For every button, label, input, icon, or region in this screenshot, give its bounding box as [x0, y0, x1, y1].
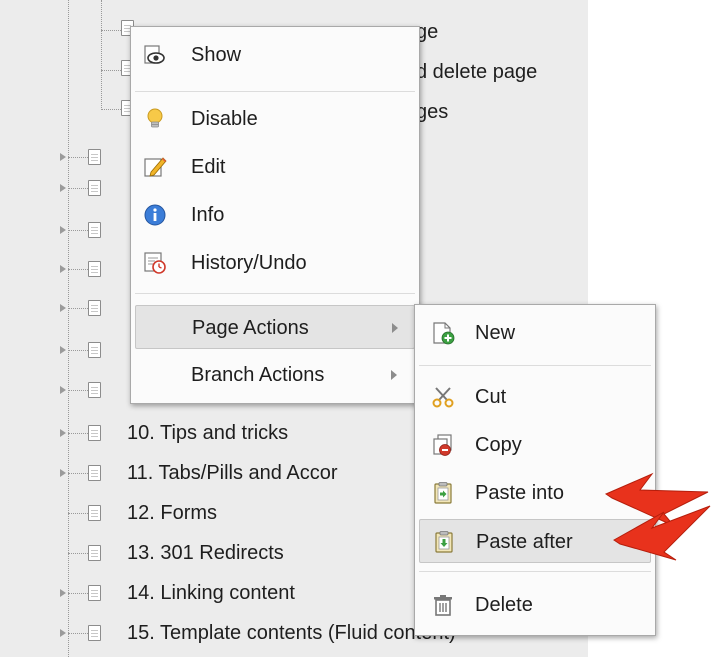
expand-arrow-icon[interactable] — [60, 304, 66, 312]
trash-icon — [434, 595, 452, 616]
expand-arrow-icon[interactable] — [60, 589, 66, 597]
menu-item-label: Edit — [191, 156, 226, 178]
menu-item-copy[interactable]: Copy — [415, 423, 655, 467]
page-icon — [88, 382, 101, 398]
page-icon — [88, 425, 101, 441]
menu-item-label: Page Actions — [192, 317, 309, 339]
tree-line — [101, 70, 123, 71]
page-icon — [88, 545, 101, 561]
expand-arrow-icon[interactable] — [60, 629, 66, 637]
submenu-arrow-icon — [392, 323, 398, 333]
menu-item-label: Paste after — [476, 531, 573, 553]
menu-item-history[interactable]: History/Undo — [131, 241, 419, 285]
menu-item-delete[interactable]: Delete — [415, 583, 655, 627]
tree-line — [68, 308, 88, 309]
menu-item-label: Branch Actions — [191, 364, 325, 386]
tree-line — [101, 0, 102, 110]
menu-separator — [135, 293, 415, 294]
menu-item-new[interactable]: New — [415, 311, 655, 355]
menu-item-paste-into[interactable]: Paste into — [415, 471, 655, 515]
page-icon — [88, 505, 101, 521]
menu-item-show[interactable]: Show — [131, 33, 419, 77]
page-icon — [88, 625, 101, 641]
tree-item-label[interactable]: 11. Tabs/Pills and Accor — [127, 461, 338, 485]
expand-arrow-icon[interactable] — [60, 265, 66, 273]
menu-item-page-actions[interactable]: Page Actions — [135, 305, 415, 349]
tree-line — [101, 30, 123, 31]
tree-item-label[interactable]: 13. 301 Redirects — [127, 541, 284, 565]
menu-item-disable[interactable]: Disable — [131, 97, 419, 141]
tree-line — [68, 633, 88, 634]
page-icon — [88, 261, 101, 277]
menu-item-label: Show — [191, 44, 242, 66]
tree-line — [68, 230, 88, 231]
page-icon — [88, 465, 101, 481]
page-icon — [88, 222, 101, 238]
new-page-icon — [433, 322, 455, 345]
expand-arrow-icon[interactable] — [60, 469, 66, 477]
menu-item-edit[interactable]: Edit — [131, 145, 419, 189]
expand-arrow-icon[interactable] — [60, 153, 66, 161]
eye-icon — [144, 45, 165, 64]
menu-item-label: History/Undo — [191, 252, 307, 274]
menu-item-label: Paste into — [475, 482, 564, 504]
tree-item-label[interactable]: ges — [416, 100, 448, 124]
menu-item-label: Copy — [475, 434, 522, 456]
menu-item-paste-after[interactable]: Paste after — [419, 519, 651, 563]
menu-separator — [419, 365, 651, 366]
tree-line — [68, 157, 88, 158]
expand-arrow-icon[interactable] — [60, 184, 66, 192]
paste-into-icon — [434, 482, 452, 504]
tree-line — [101, 109, 123, 110]
tree-line — [68, 433, 88, 434]
edit-pencil-icon — [144, 157, 167, 177]
tree-line — [68, 350, 88, 351]
menu-item-label: Delete — [475, 594, 533, 616]
tree-item-label[interactable]: 10. Tips and tricks — [127, 421, 288, 445]
menu-item-cut[interactable]: Cut — [415, 375, 655, 419]
tree-line — [68, 188, 88, 189]
menu-item-info[interactable]: Info — [131, 193, 419, 237]
copy-icon — [433, 434, 452, 456]
tree-item-label[interactable]: d delete page — [416, 60, 537, 84]
context-menu: Show Disable Edit Info History/Undo Page… — [130, 26, 420, 404]
lightbulb-icon — [147, 108, 163, 128]
tree-item-label[interactable]: 12. Forms — [127, 501, 217, 525]
paste-after-icon — [435, 531, 453, 553]
tree-line — [68, 513, 88, 514]
menu-separator — [135, 91, 415, 92]
expand-arrow-icon[interactable] — [60, 226, 66, 234]
page-icon — [88, 585, 101, 601]
scissors-icon — [432, 387, 454, 408]
menu-item-label: New — [475, 322, 516, 344]
expand-arrow-icon[interactable] — [60, 386, 66, 394]
page-actions-submenu: New Cut Copy Paste into Paste after Dele… — [414, 304, 656, 636]
tree-line — [68, 473, 88, 474]
menu-item-label: Info — [191, 204, 225, 226]
tree-item-label[interactable]: 15. Template contents (Fluid content) — [127, 621, 456, 645]
info-icon — [144, 204, 166, 226]
tree-line — [68, 553, 88, 554]
page-icon — [88, 180, 101, 196]
expand-arrow-icon[interactable] — [60, 346, 66, 354]
page-icon — [88, 300, 101, 316]
page-icon — [88, 149, 101, 165]
menu-item-branch-actions[interactable]: Branch Actions — [131, 353, 419, 397]
page-icon — [88, 342, 101, 358]
tree-line — [68, 269, 88, 270]
menu-item-label: Cut — [475, 386, 507, 408]
submenu-arrow-icon — [391, 370, 397, 380]
tree-line — [68, 593, 88, 594]
history-clock-icon — [144, 252, 166, 274]
expand-arrow-icon[interactable] — [60, 429, 66, 437]
menu-item-label: Disable — [191, 108, 258, 130]
tree-line — [68, 390, 88, 391]
tree-item-label[interactable]: 14. Linking content — [127, 581, 295, 605]
menu-separator — [419, 571, 651, 572]
